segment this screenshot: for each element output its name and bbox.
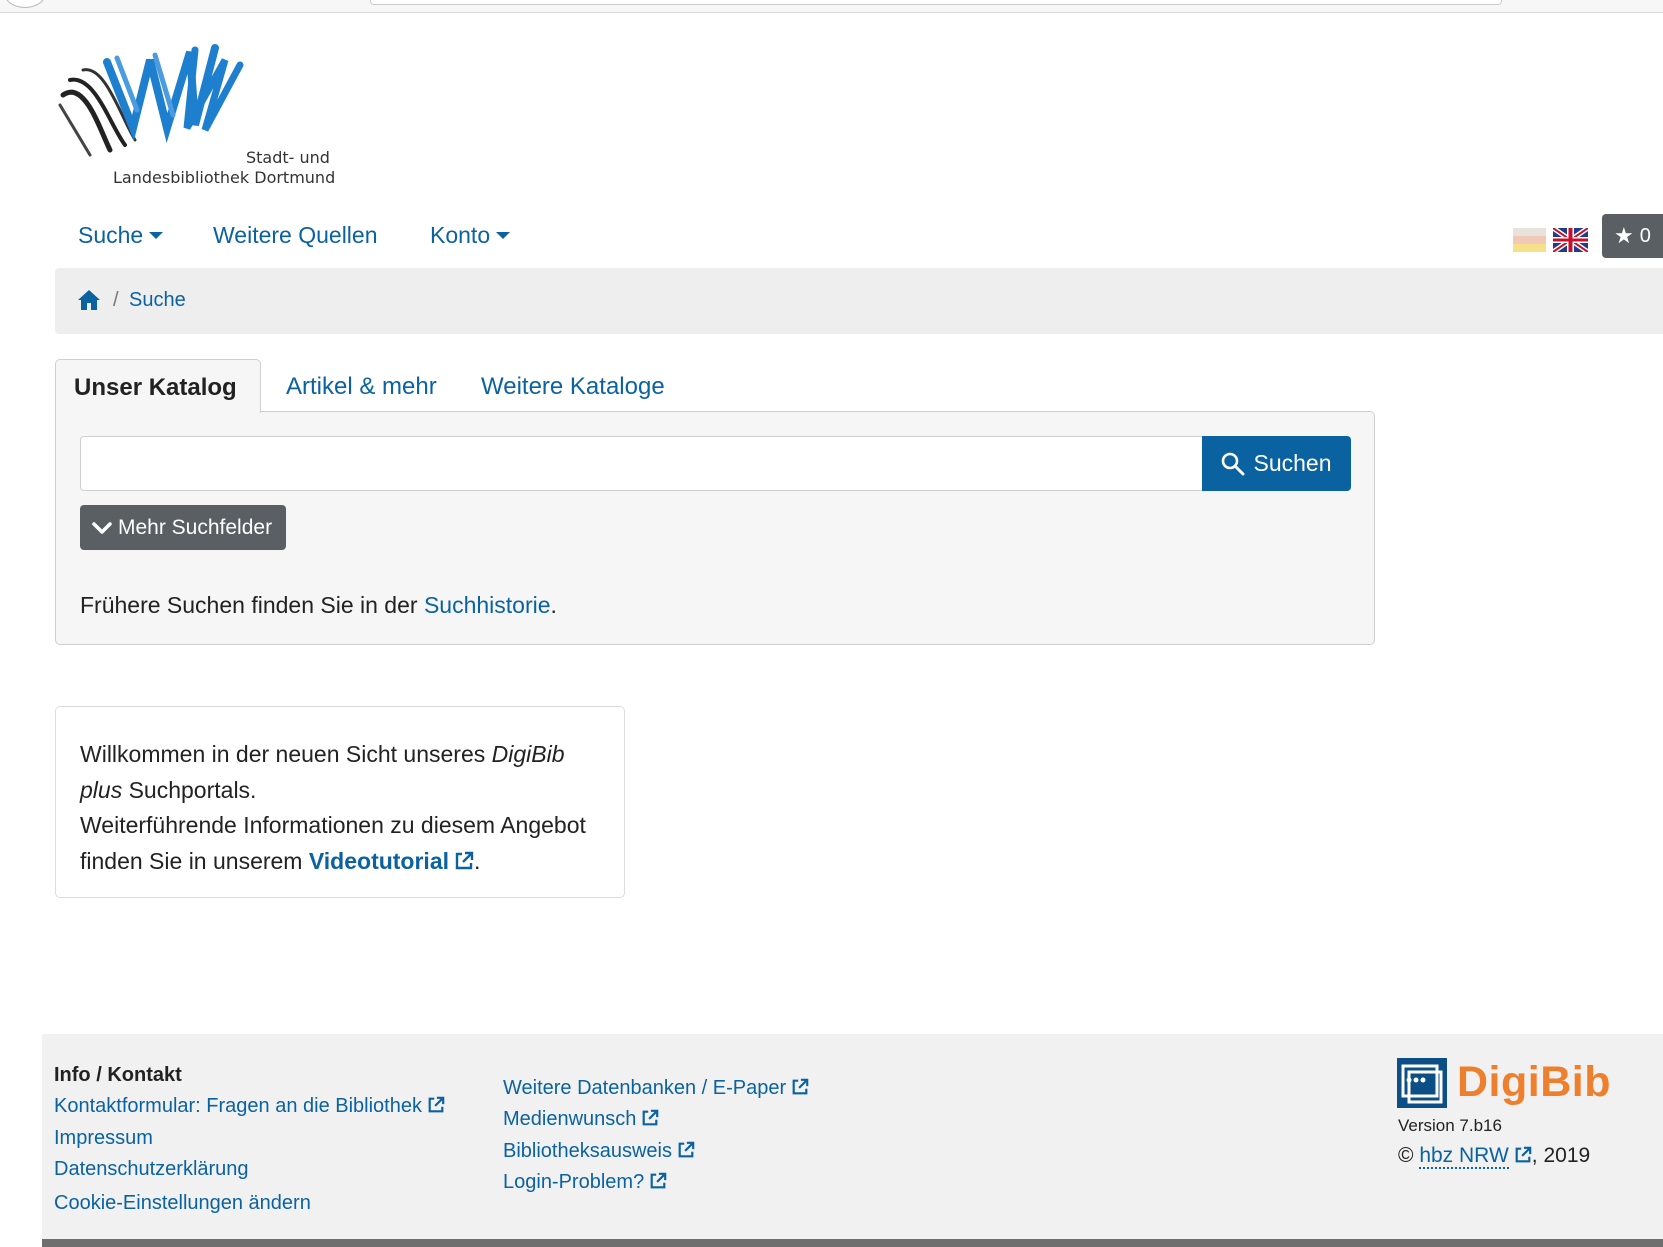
nav-suche[interactable]: Suche <box>78 222 164 249</box>
external-link-icon <box>1515 1146 1532 1163</box>
welcome-brand-2: plus <box>80 776 123 803</box>
search-icon <box>1222 452 1245 475</box>
search-button[interactable]: Suchen <box>1202 436 1351 491</box>
more-search-fields-label: Mehr Suchfelder <box>118 515 273 539</box>
footer-link-kontaktformular[interactable]: Kontaktformular: Fragen an die Bibliothe… <box>54 1095 445 1118</box>
external-link-icon <box>643 1109 659 1126</box>
footer-link-label: Bibliotheksausweis <box>503 1140 672 1162</box>
external-link-icon <box>428 1096 445 1113</box>
copyright-symbol: © <box>1398 1144 1414 1167</box>
welcome-brand-1: DigiBib <box>491 741 565 767</box>
external-link-icon <box>792 1078 809 1095</box>
english-flag-icon[interactable] <box>1553 228 1588 252</box>
welcome-text-2: Suchportals. <box>122 776 257 803</box>
footer-link-impressum[interactable]: Impressum <box>54 1127 153 1150</box>
version-text: Version 7.b16 <box>1398 1116 1502 1135</box>
search-panel: Suchen Mehr Suchfelder Frühere Suchen fi… <box>55 411 1375 645</box>
chevron-down-icon <box>496 231 511 239</box>
external-link-icon <box>455 851 474 869</box>
videotutorial-link[interactable]: Videotutorial <box>309 848 474 874</box>
copyright: © hbz NRW , 2019 <box>1398 1144 1591 1169</box>
breadcrumb-separator: / <box>113 289 119 311</box>
footer-link-label: Kontaktformular: Fragen an die Bibliothe… <box>54 1095 422 1117</box>
footer-link-bibliotheksausweis[interactable]: Bibliotheksausweis <box>503 1140 695 1163</box>
nav-weitere-quellen[interactable]: Weitere Quellen <box>213 222 378 249</box>
search-button-label: Suchen <box>1253 450 1332 476</box>
watchlist-button[interactable]: ★ 0 <box>1602 214 1663 258</box>
external-link-icon <box>678 1141 695 1158</box>
more-search-fields-button[interactable]: Mehr Suchfelder <box>80 505 286 550</box>
nav-suche-label: Suche <box>78 222 144 248</box>
nav-konto-label: Konto <box>430 222 491 248</box>
external-link-icon <box>650 1172 667 1189</box>
home-icon[interactable] <box>77 289 101 311</box>
tab-unser-katalog[interactable]: Unser Katalog <box>55 359 261 413</box>
breadcrumb-current[interactable]: Suche <box>129 289 186 312</box>
breadcrumb: / Suche <box>55 268 1663 334</box>
watchlist-count: 0 <box>1639 224 1651 247</box>
chevron-down-icon <box>92 521 112 534</box>
star-icon: ★ <box>1614 223 1634 248</box>
digibib-brand: DigiBib <box>1457 1058 1611 1106</box>
footer-link-datenbanken[interactable]: Weitere Datenbanken / E-Paper <box>503 1077 809 1100</box>
footer-link-login-problem[interactable]: Login-Problem? <box>503 1171 667 1194</box>
welcome-text-4: . <box>474 847 481 874</box>
footer-link-datenschutz[interactable]: Datenschutzerklärung <box>54 1158 249 1181</box>
search-history-text: Frühere Suchen finden Sie in der Suchhis… <box>80 592 557 619</box>
footer-heading: Info / Kontakt <box>54 1064 182 1086</box>
footer-link-cookie-settings[interactable]: Cookie-Einstellungen ändern <box>54 1192 311 1215</box>
welcome-box: Willkommen in der neuen Sicht unseres Di… <box>55 706 625 898</box>
search-history-link[interactable]: Suchhistorie <box>424 592 551 618</box>
footer-link-medienwunsch[interactable]: Medienwunsch <box>503 1108 659 1131</box>
history-suffix: . <box>550 592 557 618</box>
welcome-text-1: Willkommen in der neuen Sicht unseres <box>80 741 492 767</box>
nav-konto[interactable]: Konto <box>430 222 511 249</box>
logo-text-line1: Stadt- und <box>246 148 330 167</box>
copyright-year: , 2019 <box>1531 1144 1591 1167</box>
chevron-down-icon <box>149 231 164 239</box>
footer-link-label: Login-Problem? <box>503 1171 645 1193</box>
logo-text-line2: Landesbibliothek Dortmund <box>113 168 336 187</box>
tab-artikel-mehr[interactable]: Artikel & mehr <box>286 373 437 401</box>
tab-weitere-kataloge[interactable]: Weitere Kataloge <box>481 373 665 401</box>
welcome-text: Willkommen in der neuen Sicht unseres Di… <box>80 737 600 879</box>
browser-address-bar[interactable] <box>370 0 1502 5</box>
history-prefix: Frühere Suchen finden Sie in der <box>80 592 424 618</box>
tab-unser-katalog-label: Unser Katalog <box>74 374 237 401</box>
hbz-nrw-link[interactable]: hbz NRW <box>1419 1144 1509 1169</box>
digibib-logo-icon[interactable] <box>1397 1058 1447 1108</box>
german-flag-icon[interactable] <box>1513 228 1546 252</box>
footer: Info / Kontakt Kontaktformular: Fragen a… <box>42 1034 1663 1239</box>
footer-bottom-bar <box>42 1239 1663 1247</box>
footer-link-label: Medienwunsch <box>503 1108 637 1130</box>
search-input[interactable] <box>80 436 1203 491</box>
videotutorial-label: Videotutorial <box>308 847 450 874</box>
footer-link-label: Weitere Datenbanken / E-Paper <box>503 1077 787 1099</box>
